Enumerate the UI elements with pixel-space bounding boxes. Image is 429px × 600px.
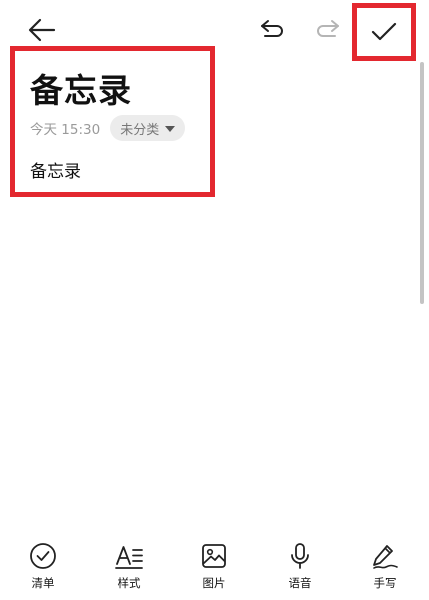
checklist-icon [29, 538, 57, 574]
text-style-button[interactable]: 样式 [99, 538, 159, 598]
image-label: 图片 [202, 576, 226, 590]
bottom-toolbar: 清单 样式 图片 语音 手写 [0, 538, 429, 600]
image-icon [200, 538, 228, 574]
redo-icon [315, 19, 341, 41]
microphone-icon [286, 538, 314, 574]
undo-icon [259, 19, 285, 41]
dropdown-triangle-icon [165, 125, 176, 132]
note-title[interactable]: 备忘录 [30, 64, 132, 112]
handwriting-button[interactable]: 手写 [355, 538, 415, 598]
text-style-icon [114, 538, 144, 574]
arrow-left-icon [28, 18, 56, 42]
checklist-button[interactable]: 清单 [13, 538, 73, 598]
scrollbar[interactable] [420, 62, 424, 304]
voice-button[interactable]: 语音 [270, 538, 330, 598]
redo-button[interactable] [308, 12, 348, 48]
pen-icon [370, 538, 400, 574]
checklist-label: 清单 [31, 576, 55, 590]
handwriting-label: 手写 [373, 576, 397, 590]
note-body[interactable]: 备忘录 [30, 157, 81, 182]
note-timestamp: 今天 15:30 [30, 122, 101, 138]
note-meta-row: 今天 15:30 未分类 [30, 115, 186, 141]
undo-button[interactable] [252, 12, 292, 48]
category-dropdown[interactable]: 未分类 [110, 115, 186, 141]
text-style-label: 样式 [117, 576, 141, 590]
image-button[interactable]: 图片 [184, 538, 244, 598]
category-label: 未分类 [120, 122, 160, 138]
back-button[interactable] [22, 12, 62, 48]
confirm-button[interactable] [355, 6, 413, 58]
checkmark-icon [371, 22, 397, 42]
voice-label: 语音 [288, 576, 312, 590]
